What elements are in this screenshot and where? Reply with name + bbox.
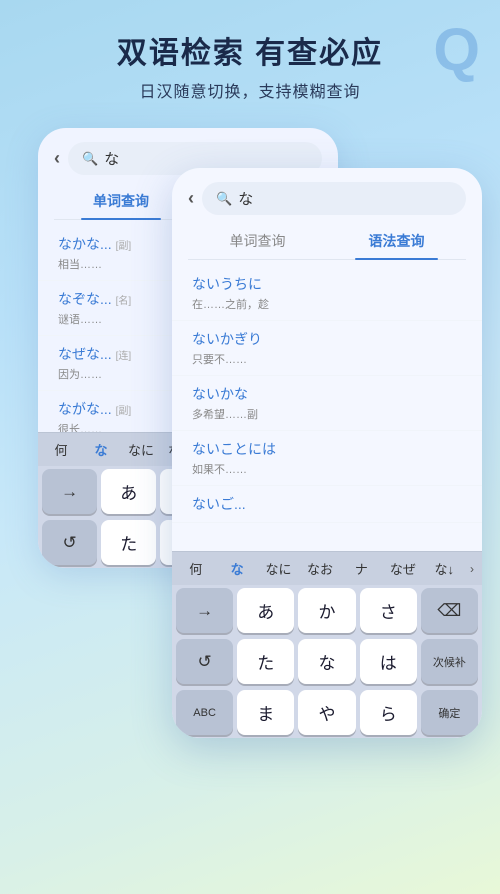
key-ta-front[interactable]: た xyxy=(237,639,294,684)
tab-word-query-front[interactable]: 单词查询 xyxy=(188,223,327,259)
key-abc-front[interactable]: ABC xyxy=(176,690,233,735)
tab-grammar-query-front[interactable]: 语法查询 xyxy=(327,223,466,259)
result-cn-front-0: 在……之前，趁 xyxy=(192,296,462,312)
header-section: 双语检索 有查必应 日汉随意切换，支持模糊查询 Q xyxy=(0,0,500,118)
key-rotate-front[interactable]: ↺ xyxy=(176,639,233,684)
key-rotate-back[interactable]: ↺ xyxy=(42,520,97,565)
result-item-front-4[interactable]: ないご... xyxy=(172,486,482,523)
logo-q: Q xyxy=(433,20,480,80)
keyboard-front: 何 な なに なお ナ なぜ な↓ › → あ か さ ⌫ ↺ た な は xyxy=(172,551,482,738)
back-arrow-back[interactable]: ‹ xyxy=(54,148,60,169)
result-jp-front-4: ないご... xyxy=(192,494,462,514)
result-jp-front-2: ないかな xyxy=(192,384,462,404)
key-arrow-front[interactable]: → xyxy=(176,588,233,633)
key-row-front-3: ABC ま や ら 确定 xyxy=(172,687,482,738)
result-item-front-2[interactable]: ないかな 多希望……副 xyxy=(172,376,482,431)
result-jp-front-0: ないうちに xyxy=(192,274,462,294)
result-cn-front-3: 如果不…… xyxy=(192,461,462,477)
phones-area: ‹ 🔍 な 单词查询 语法查询 なかな... [副] 相当…… なぞな... [… xyxy=(0,118,500,798)
key-arrow-back[interactable]: → xyxy=(42,469,97,514)
key-sa-front[interactable]: さ xyxy=(360,588,417,633)
key-ka-front[interactable]: か xyxy=(298,588,355,633)
key-a-back[interactable]: あ xyxy=(101,469,156,514)
search-icon-front: 🔍 xyxy=(216,191,232,207)
kana-なお-front[interactable]: なお xyxy=(300,556,339,581)
result-cn-front-2: 多希望……副 xyxy=(192,406,462,422)
key-row-front-1: → あ か さ ⌫ xyxy=(172,585,482,636)
search-bar-front[interactable]: 🔍 な xyxy=(202,182,466,215)
result-cn-front-1: 只要不…… xyxy=(192,351,462,367)
kana-な-back[interactable]: な xyxy=(82,437,120,462)
key-ma-front[interactable]: ま xyxy=(237,690,294,735)
result-list-front: ないうちに 在……之前，趁 ないかぎり 只要不…… ないかな 多希望……副 ない… xyxy=(172,260,482,550)
kana-何-front[interactable]: 何 xyxy=(176,556,215,581)
result-jp-front-1: ないかぎり xyxy=(192,329,462,349)
tab-word-query-back[interactable]: 单词查询 xyxy=(54,183,188,219)
kana-row-front: 何 な なに なお ナ なぜ な↓ › xyxy=(172,552,482,585)
main-title: 双语检索 有查必应 xyxy=(20,28,480,72)
key-na-front[interactable]: な xyxy=(298,639,355,684)
key-ta-back[interactable]: た xyxy=(101,520,156,565)
key-ra-front[interactable]: ら xyxy=(360,690,417,735)
key-row-front-2: ↺ た な は 次候补 xyxy=(172,636,482,687)
front-phone-tabs: 单词查询 语法查询 xyxy=(188,223,466,260)
kana-なぜ-front[interactable]: なぜ xyxy=(383,556,422,581)
kana-なに-back[interactable]: なに xyxy=(122,437,160,462)
result-item-front-1[interactable]: ないかぎり 只要不…… xyxy=(172,321,482,376)
search-text-back: な xyxy=(104,148,119,169)
key-a-front[interactable]: あ xyxy=(237,588,294,633)
search-icon-back: 🔍 xyxy=(82,151,98,167)
kana-な-front[interactable]: な xyxy=(217,556,256,581)
result-item-front-3[interactable]: ないことには 如果不…… xyxy=(172,431,482,486)
result-jp-front-3: ないことには xyxy=(192,439,462,459)
kana-なに-front[interactable]: なに xyxy=(259,556,298,581)
key-ha-front[interactable]: は xyxy=(360,639,417,684)
key-next-front[interactable]: 次候补 xyxy=(421,639,478,684)
kana-な↓-front[interactable]: な↓ xyxy=(425,556,464,581)
front-phone: ‹ 🔍 な 单词查询 语法查询 ないうちに 在……之前，趁 ないかぎり 只要不…… xyxy=(172,168,482,738)
kana-chevron-front[interactable]: › xyxy=(466,559,478,579)
kana-ナ-front[interactable]: ナ xyxy=(342,556,381,581)
result-item-front-0[interactable]: ないうちに 在……之前，趁 xyxy=(172,266,482,321)
key-confirm-front[interactable]: 确定 xyxy=(421,690,478,735)
key-ya-front[interactable]: や xyxy=(298,690,355,735)
front-phone-header: ‹ 🔍 な xyxy=(172,168,482,223)
key-delete-front[interactable]: ⌫ xyxy=(421,588,478,633)
search-text-front: な xyxy=(238,188,253,209)
kana-何-back[interactable]: 何 xyxy=(42,437,80,462)
main-subtitle: 日汉随意切换，支持模糊查询 xyxy=(20,78,480,102)
back-arrow-front[interactable]: ‹ xyxy=(188,188,194,209)
